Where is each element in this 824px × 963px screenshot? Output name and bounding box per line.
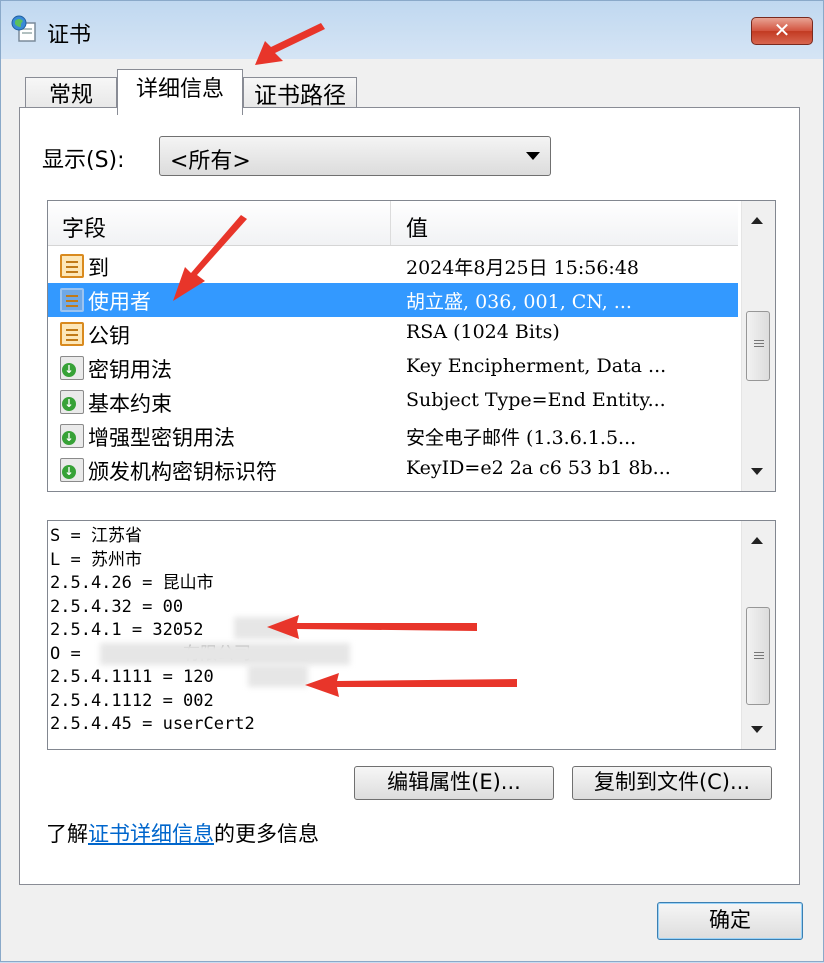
redaction-blur bbox=[234, 617, 294, 639]
edit-properties-button[interactable]: 编辑属性(E)... bbox=[354, 766, 554, 800]
detail-line: 2.5.4.1112 = 002 bbox=[50, 690, 214, 711]
details-tab-panel: 显示(S): <所有> 字段 值 到 2024年8月25日 15:56:48 使… bbox=[19, 107, 800, 885]
detail-line: 2.5.4.1 = 32052 bbox=[50, 620, 204, 640]
field-name: 基本约束 bbox=[88, 392, 172, 416]
detail-line: 2.5.4.32 = 00 bbox=[50, 596, 184, 617]
field-name: 颁发机构密钥标识符 bbox=[88, 460, 277, 484]
redaction-blur bbox=[100, 643, 350, 665]
detail-line: S = 江苏省 bbox=[50, 526, 142, 546]
list-item-selected[interactable]: 使用者 胡立盛, 036, 001, CN, ... bbox=[48, 283, 738, 317]
close-button[interactable]: ✕ bbox=[751, 17, 813, 45]
field-value: 胡立盛, 036, 001, CN, ... bbox=[406, 291, 632, 313]
scroll-up-arrow-icon[interactable] bbox=[751, 537, 763, 544]
scroll-down-arrow-icon[interactable] bbox=[751, 468, 763, 475]
list-item[interactable]: 公钥 RSA (1024 Bits) bbox=[48, 317, 738, 351]
certificate-details-link[interactable]: 证书详细信息 bbox=[88, 822, 214, 846]
certificate-icon bbox=[11, 15, 36, 42]
certificate-dialog: 证书 ✕ 常规 详细信息 证书路径 显示(S): <所有> 字段 值 到 202… bbox=[0, 0, 824, 962]
detail-line: 2.5.4.1111 = 120 bbox=[50, 667, 214, 687]
column-divider[interactable] bbox=[390, 201, 391, 245]
scroll-up-arrow-icon[interactable] bbox=[751, 217, 763, 224]
column-header-field[interactable]: 字段 bbox=[62, 211, 106, 243]
field-name: 密钥用法 bbox=[88, 358, 172, 382]
copy-to-file-button[interactable]: 复制到文件(C)... bbox=[572, 766, 772, 800]
learn-more-prefix: 了解 bbox=[46, 822, 88, 846]
field-detail-textbox[interactable]: S = 江苏省 L = 苏州市 2.5.4.26 = 昆山市 2.5.4.32 … bbox=[47, 520, 776, 750]
list-scrollbar[interactable] bbox=[741, 201, 775, 491]
chevron-down-icon bbox=[526, 152, 540, 160]
list-item[interactable]: 到 2024年8月25日 15:56:48 bbox=[48, 249, 738, 283]
list-rows: 到 2024年8月25日 15:56:48 使用者 胡立盛, 036, 001,… bbox=[48, 249, 738, 487]
extension-icon bbox=[60, 356, 84, 380]
learn-more-text: 了解证书详细信息的更多信息 bbox=[46, 818, 319, 848]
grip-icon bbox=[754, 652, 764, 653]
field-value: Subject Type=End Entity... bbox=[406, 389, 666, 411]
extension-icon bbox=[60, 390, 84, 414]
detail-line: 2.5.4.26 = 昆山市 bbox=[50, 573, 214, 593]
certificate-field-icon bbox=[60, 322, 84, 346]
show-filter-dropdown[interactable]: <所有> bbox=[159, 136, 551, 176]
detail-line: 2.5.4.45 = userCert2 bbox=[50, 714, 255, 734]
scroll-down-arrow-icon[interactable] bbox=[751, 726, 763, 733]
show-filter-value: <所有> bbox=[170, 149, 251, 174]
certificate-field-icon bbox=[60, 254, 84, 278]
ok-button[interactable]: 确定 bbox=[657, 902, 803, 940]
column-header-value[interactable]: 值 bbox=[406, 211, 428, 243]
field-value: KeyID=e2 2a c6 53 b1 8b... bbox=[406, 457, 671, 479]
detail-line: L = 苏州市 bbox=[50, 549, 142, 570]
field-name: 使用者 bbox=[88, 290, 151, 314]
field-value: RSA (1024 Bits) bbox=[406, 321, 560, 343]
learn-more-suffix: 的更多信息 bbox=[214, 822, 319, 846]
list-header: 字段 值 bbox=[48, 201, 738, 246]
grip-icon bbox=[754, 340, 764, 341]
dialog-client-area: 常规 详细信息 证书路径 显示(S): <所有> 字段 值 到 2024年8月2… bbox=[1, 59, 823, 961]
fields-list[interactable]: 字段 值 到 2024年8月25日 15:56:48 使用者 胡立盛, 036,… bbox=[47, 200, 776, 492]
field-name: 公钥 bbox=[88, 324, 130, 348]
field-value: Key Encipherment, Data ... bbox=[406, 355, 667, 377]
field-name: 到 bbox=[88, 256, 109, 280]
certificate-field-icon bbox=[60, 288, 84, 312]
extension-icon bbox=[60, 424, 84, 448]
scrollbar-thumb[interactable] bbox=[746, 607, 770, 705]
list-item[interactable]: 密钥用法 Key Encipherment, Data ... bbox=[48, 351, 738, 385]
extension-icon bbox=[60, 458, 84, 482]
detail-text: S = 江苏省 L = 苏州市 2.5.4.26 = 昆山市 2.5.4.32 … bbox=[50, 525, 255, 737]
show-label: 显示(S): bbox=[42, 148, 125, 173]
field-value: 2024年8月25日 15:56:48 bbox=[406, 257, 639, 279]
list-item[interactable]: 基本约束 Subject Type=End Entity... bbox=[48, 385, 738, 419]
redaction-blur bbox=[248, 665, 308, 687]
detail-scrollbar[interactable] bbox=[741, 521, 775, 749]
window-title: 证书 bbox=[47, 23, 92, 48]
field-value: 安全电子邮件 (1.3.6.1.5... bbox=[406, 427, 637, 449]
tab-details[interactable]: 详细信息 bbox=[117, 69, 243, 115]
scrollbar-thumb[interactable] bbox=[746, 311, 770, 381]
list-item[interactable]: 增强型密钥用法 安全电子邮件 (1.3.6.1.5... bbox=[48, 419, 738, 453]
title-bar: 证书 ✕ bbox=[1, 1, 823, 59]
field-name: 增强型密钥用法 bbox=[88, 426, 235, 450]
list-item[interactable]: 颁发机构密钥标识符 KeyID=e2 2a c6 53 b1 8b... bbox=[48, 453, 738, 487]
